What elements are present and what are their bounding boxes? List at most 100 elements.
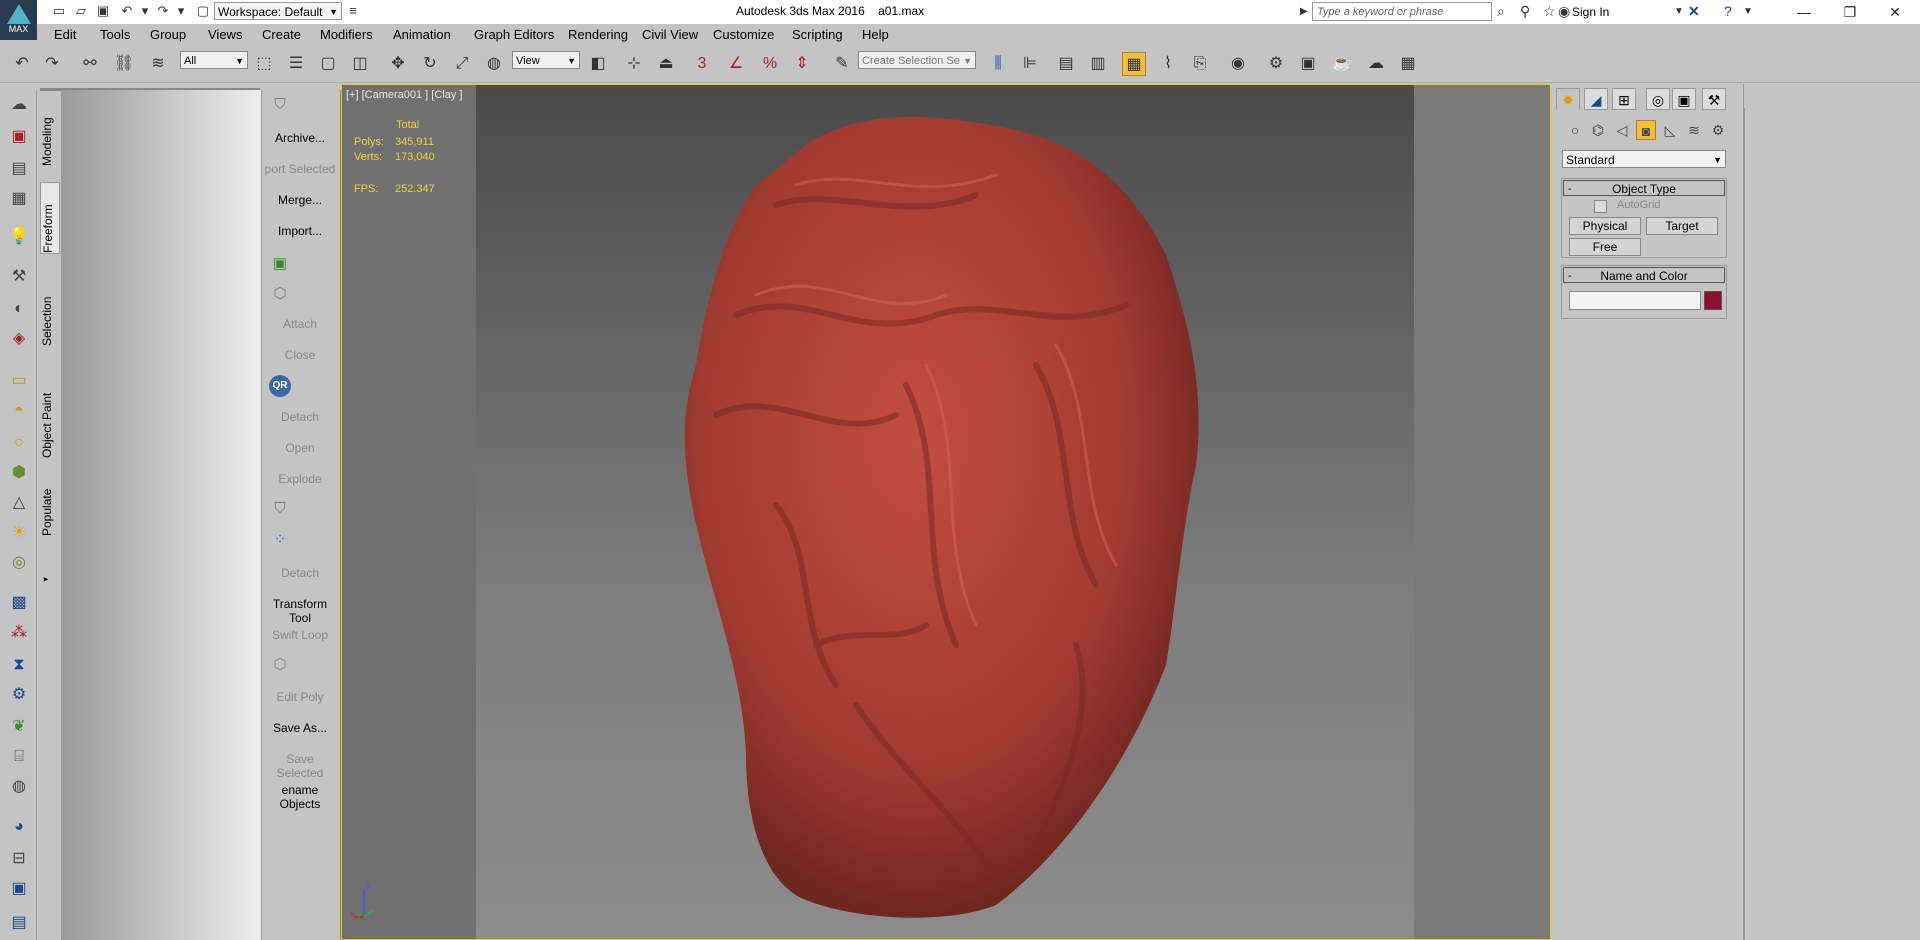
open-button[interactable]: Open [262,441,338,455]
cameras-icon[interactable]: ◙ [1636,120,1656,140]
menu-tools[interactable]: Tools [100,27,130,42]
grid-icon[interactable]: ▩ [8,592,30,614]
geometry-icon[interactable]: ○ [1565,120,1585,140]
category-dropdown[interactable]: Standard ▼ [1562,150,1726,168]
menu-help[interactable]: Help [862,27,889,42]
align-icon[interactable]: ⊫ [1018,52,1042,76]
detach-button[interactable]: Detach [262,410,338,424]
helpers-icon[interactable]: ◺ [1660,120,1680,140]
exchange-apps-icon[interactable]: ✕ [1688,3,1700,20]
unlink-selection-icon[interactable]: ⛓ [112,52,136,76]
swift-loop-button[interactable]: Swift Loop [262,628,338,642]
help-icon[interactable]: ? [1724,3,1732,19]
create-icon[interactable]: ☁ [8,94,30,116]
undo-dropdown-icon[interactable]: ▾ [136,2,154,20]
stairs-icon[interactable]: ⌸ [8,746,30,768]
toggle-layer-explorer-icon[interactable]: ▥ [1086,52,1110,76]
attach-button[interactable]: Attach [262,317,338,331]
project-folder-icon[interactable]: ▢ [194,2,212,20]
spinner-snap-icon[interactable]: ⇕ [790,52,814,76]
save-icon[interactable]: ▣ [94,2,112,20]
systems-icon[interactable]: ⚙ [1708,120,1728,140]
favorites-star-icon[interactable]: ☆ [1543,3,1556,20]
autogrid-checkbox[interactable] [1594,200,1607,213]
rename-objects-button[interactable]: ename Objects [262,783,338,811]
modify-tab-icon[interactable]: ◢ [1584,88,1608,110]
utilities-tab-icon[interactable]: ⚒ [1702,88,1726,110]
plane-icon[interactable]: ▭ [8,370,30,392]
render-setup-icon[interactable]: ⚙ [1264,52,1288,76]
window-crossing-icon[interactable]: ◫ [348,52,372,76]
target-camera-button[interactable]: Target [1646,217,1718,235]
qr-icon[interactable]: QR [269,375,291,397]
curve-editor-icon[interactable]: ⌇ [1156,52,1180,76]
open-folder-icon[interactable]: ▱ [72,2,90,20]
edit-named-selection-sets-icon[interactable]: ✎ [830,52,854,76]
redo-icon[interactable]: ↷ [154,2,172,20]
help-dropdown-icon[interactable]: ▼ [1743,6,1753,17]
menu-animation[interactable]: Animation [393,27,451,42]
name-and-color-header[interactable]: - Name and Color [1563,267,1725,283]
select-and-place-icon[interactable]: ◍ [482,52,506,76]
dynamics-icon[interactable]: ◈ [8,328,30,350]
rectangular-selection-region-icon[interactable]: ▢ [316,52,340,76]
transform-tool-button[interactable]: Transform Tool [262,597,338,625]
hedra-icon[interactable]: ⬢ [8,462,30,484]
named-selection-sets-dropdown[interactable]: Create Selection Se ▼ [858,51,976,69]
search-input[interactable]: Type a keyword or phrase [1312,2,1492,21]
material-editor-icon[interactable]: ◉ [1226,52,1250,76]
menu-customize[interactable]: Customize [713,27,774,42]
render-in-cloud-icon[interactable]: ☁ [1364,52,1388,76]
foliage-icon[interactable]: ❦ [8,716,30,738]
restore-button[interactable]: ❐ [1830,2,1870,22]
workspace-dropdown[interactable]: Workspace: Default ▼ [214,2,342,20]
rendered-frame-window-icon[interactable]: ▣ [1296,52,1320,76]
render-frame-icon[interactable]: ⊟ [8,848,30,870]
export-selected-button[interactable]: port Selected [262,162,338,176]
utilities-icon[interactable]: ▤ [8,912,30,934]
object-name-input[interactable] [1569,291,1701,310]
green-box-icon[interactable]: ▣ [268,254,292,276]
viewport-render-area[interactable] [476,85,1416,939]
merge-button[interactable]: Merge... [262,193,338,207]
use-pivot-point-center-icon[interactable]: ◧ [586,52,610,76]
schematic-view-icon[interactable]: ⎘ [1188,52,1212,76]
detach-button-2[interactable]: Detach [262,566,338,580]
a360-gallery-icon[interactable]: ▦ [1396,52,1420,76]
menu-create[interactable]: Create [262,27,301,42]
particles-icon[interactable]: ⁂ [8,622,30,644]
toggle-ribbon-icon[interactable]: ▦ [1122,52,1146,76]
ribbon-collapse-icon[interactable]: ◂ [40,570,58,584]
menu-graph-editors[interactable]: Graph Editors [474,27,554,42]
toggle-scene-explorer-icon[interactable]: ▤ [1054,52,1078,76]
tab-populate[interactable]: Populate [40,478,58,536]
object-color-swatch[interactable] [1704,291,1722,310]
modify-icon[interactable]: ▣ [8,126,30,148]
object-type-header[interactable]: - Object Type [1563,180,1725,196]
select-by-name-icon[interactable]: ☰ [284,52,308,76]
shapes-icon[interactable]: ⌬ [1588,120,1608,140]
tab-freeform[interactable]: Freeform [40,182,60,254]
minimize-button[interactable]: — [1784,2,1824,22]
search-expand-icon[interactable]: ▶ [1300,6,1308,17]
redo-dropdown-icon[interactable]: ▾ [172,2,190,20]
import-button[interactable]: Import... [262,224,338,238]
communication-center-icon[interactable]: ⚲ [1520,3,1530,20]
menu-scripting[interactable]: Scripting [792,27,843,42]
new-file-icon[interactable]: ▭ [50,2,68,20]
torus-icon[interactable]: ◎ [8,552,30,574]
percent-snap-icon[interactable]: % [758,52,782,76]
select-and-manipulate-icon[interactable]: ⊹ [622,52,646,76]
archive-button[interactable]: Archive... [262,131,338,145]
cone-icon[interactable]: △ [8,492,30,514]
tab-selection[interactable]: Selection [40,288,58,346]
edit-poly-button[interactable]: Edit Poly [262,690,338,704]
helper-icon[interactable]: ⚒ [8,266,30,288]
menu-modifiers[interactable]: Modifiers [320,27,373,42]
tab-object-paint[interactable]: Object Paint [40,380,58,458]
light-bulb-icon[interactable]: 💡 [8,226,30,248]
motion-tab-icon[interactable]: ◎ [1646,88,1670,110]
viewport-label[interactable]: [+] [Camera001 ] [Clay ] [346,89,462,101]
keyboard-shortcut-override-icon[interactable]: ⏏ [654,52,678,76]
select-and-move-icon[interactable]: ✥ [386,52,410,76]
